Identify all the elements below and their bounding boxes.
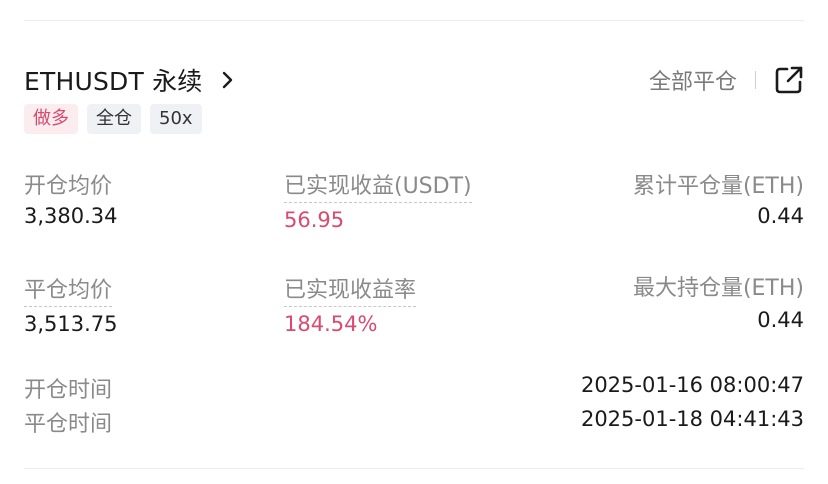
position-title[interactable]: ETHUSDT 永续 xyxy=(24,60,237,100)
leverage-badge: 50x xyxy=(150,104,202,134)
open-avg-price-label: 开仓均价 xyxy=(24,174,113,199)
realized-pnl-value: 56.95 xyxy=(284,208,345,232)
cumulative-close-qty-label: 累计平仓量(ETH) xyxy=(632,174,804,199)
position-tags: 做多 全仓 50x xyxy=(24,104,202,134)
max-position-label: 最大持仓量(ETH) xyxy=(632,276,804,301)
close-avg-price-label[interactable]: 平仓均价 xyxy=(24,272,113,307)
max-position-value: 0.44 xyxy=(757,308,804,332)
symbol-name: ETHUSDT 永续 xyxy=(24,67,203,96)
realized-pnl-rate-label[interactable]: 已实现收益率 xyxy=(284,272,417,307)
top-divider xyxy=(24,20,804,21)
close-all-button[interactable]: 全部平仓 xyxy=(649,64,737,96)
close-time-value: 2025-01-18 04:41:43 xyxy=(580,407,804,431)
header-actions: 全部平仓 xyxy=(649,60,804,100)
chevron-right-icon xyxy=(222,71,232,89)
side-badge: 做多 xyxy=(24,104,78,134)
bottom-divider xyxy=(24,468,804,469)
share-external-icon[interactable] xyxy=(774,65,804,95)
open-time-label: 开仓时间 xyxy=(24,378,113,403)
realized-pnl-rate-value: 184.54% xyxy=(284,312,378,336)
open-avg-price-value: 3,380.34 xyxy=(24,204,118,228)
close-avg-price-value: 3,513.75 xyxy=(24,312,118,336)
close-time-label: 平仓时间 xyxy=(24,412,113,437)
cumulative-close-qty-value: 0.44 xyxy=(757,204,804,228)
open-time-value: 2025-01-16 08:00:47 xyxy=(580,373,804,397)
action-separator xyxy=(755,71,756,89)
margin-mode-badge: 全仓 xyxy=(87,104,141,134)
realized-pnl-label[interactable]: 已实现收益(USDT) xyxy=(284,168,472,203)
